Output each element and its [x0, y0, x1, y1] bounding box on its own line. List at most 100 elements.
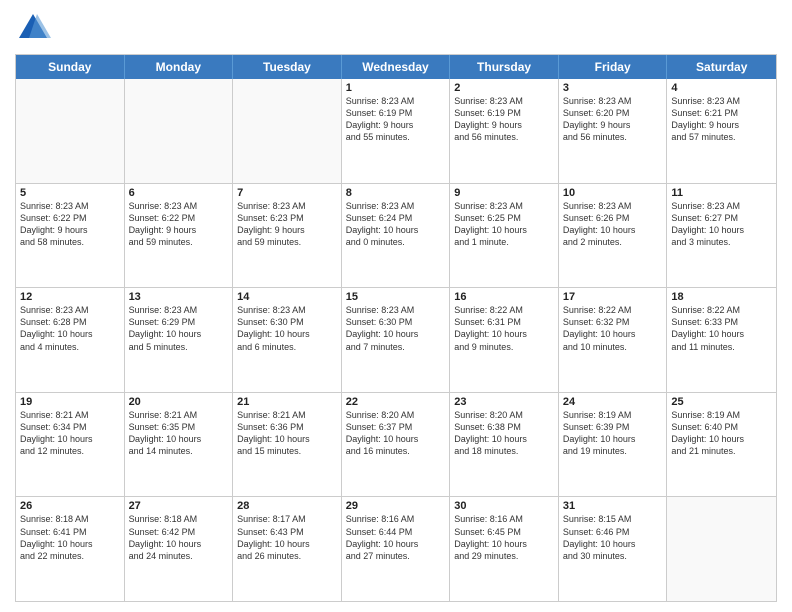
day-number: 13 [129, 291, 229, 303]
day-cell-25: 25Sunrise: 8:19 AM Sunset: 6:40 PM Dayli… [667, 393, 776, 497]
header-cell-monday: Monday [125, 55, 234, 79]
day-number: 11 [671, 187, 772, 199]
day-info: Sunrise: 8:19 AM Sunset: 6:40 PM Dayligh… [671, 409, 772, 458]
day-number: 26 [20, 500, 120, 512]
day-info: Sunrise: 8:21 AM Sunset: 6:35 PM Dayligh… [129, 409, 229, 458]
day-info: Sunrise: 8:23 AM Sunset: 6:25 PM Dayligh… [454, 200, 554, 249]
day-number: 3 [563, 82, 663, 94]
day-info: Sunrise: 8:16 AM Sunset: 6:44 PM Dayligh… [346, 513, 446, 562]
day-cell-9: 9Sunrise: 8:23 AM Sunset: 6:25 PM Daylig… [450, 184, 559, 288]
day-number: 9 [454, 187, 554, 199]
day-cell-10: 10Sunrise: 8:23 AM Sunset: 6:26 PM Dayli… [559, 184, 668, 288]
day-info: Sunrise: 8:23 AM Sunset: 6:30 PM Dayligh… [237, 304, 337, 353]
header [15, 10, 777, 46]
day-info: Sunrise: 8:23 AM Sunset: 6:22 PM Dayligh… [20, 200, 120, 249]
day-number: 12 [20, 291, 120, 303]
day-cell-11: 11Sunrise: 8:23 AM Sunset: 6:27 PM Dayli… [667, 184, 776, 288]
day-number: 25 [671, 396, 772, 408]
calendar-body: 1Sunrise: 8:23 AM Sunset: 6:19 PM Daylig… [16, 79, 776, 601]
day-cell-21: 21Sunrise: 8:21 AM Sunset: 6:36 PM Dayli… [233, 393, 342, 497]
day-info: Sunrise: 8:23 AM Sunset: 6:29 PM Dayligh… [129, 304, 229, 353]
day-info: Sunrise: 8:16 AM Sunset: 6:45 PM Dayligh… [454, 513, 554, 562]
day-cell-empty-0-1 [125, 79, 234, 183]
day-cell-29: 29Sunrise: 8:16 AM Sunset: 6:44 PM Dayli… [342, 497, 451, 601]
day-info: Sunrise: 8:18 AM Sunset: 6:42 PM Dayligh… [129, 513, 229, 562]
day-number: 8 [346, 187, 446, 199]
day-cell-27: 27Sunrise: 8:18 AM Sunset: 6:42 PM Dayli… [125, 497, 234, 601]
day-number: 22 [346, 396, 446, 408]
day-number: 17 [563, 291, 663, 303]
calendar-row-0: 1Sunrise: 8:23 AM Sunset: 6:19 PM Daylig… [16, 79, 776, 184]
day-cell-1: 1Sunrise: 8:23 AM Sunset: 6:19 PM Daylig… [342, 79, 451, 183]
day-cell-3: 3Sunrise: 8:23 AM Sunset: 6:20 PM Daylig… [559, 79, 668, 183]
day-cell-23: 23Sunrise: 8:20 AM Sunset: 6:38 PM Dayli… [450, 393, 559, 497]
header-cell-sunday: Sunday [16, 55, 125, 79]
day-info: Sunrise: 8:22 AM Sunset: 6:31 PM Dayligh… [454, 304, 554, 353]
header-cell-friday: Friday [559, 55, 668, 79]
day-cell-31: 31Sunrise: 8:15 AM Sunset: 6:46 PM Dayli… [559, 497, 668, 601]
day-number: 10 [563, 187, 663, 199]
day-cell-15: 15Sunrise: 8:23 AM Sunset: 6:30 PM Dayli… [342, 288, 451, 392]
day-cell-19: 19Sunrise: 8:21 AM Sunset: 6:34 PM Dayli… [16, 393, 125, 497]
calendar: SundayMondayTuesdayWednesdayThursdayFrid… [15, 54, 777, 602]
day-cell-2: 2Sunrise: 8:23 AM Sunset: 6:19 PM Daylig… [450, 79, 559, 183]
day-cell-6: 6Sunrise: 8:23 AM Sunset: 6:22 PM Daylig… [125, 184, 234, 288]
logo-icon [15, 10, 51, 46]
day-cell-empty-0-2 [233, 79, 342, 183]
calendar-row-4: 26Sunrise: 8:18 AM Sunset: 6:41 PM Dayli… [16, 497, 776, 601]
header-cell-saturday: Saturday [667, 55, 776, 79]
day-info: Sunrise: 8:20 AM Sunset: 6:37 PM Dayligh… [346, 409, 446, 458]
day-cell-5: 5Sunrise: 8:23 AM Sunset: 6:22 PM Daylig… [16, 184, 125, 288]
header-cell-wednesday: Wednesday [342, 55, 451, 79]
day-info: Sunrise: 8:17 AM Sunset: 6:43 PM Dayligh… [237, 513, 337, 562]
page: SundayMondayTuesdayWednesdayThursdayFrid… [0, 0, 792, 612]
calendar-row-1: 5Sunrise: 8:23 AM Sunset: 6:22 PM Daylig… [16, 184, 776, 289]
header-cell-thursday: Thursday [450, 55, 559, 79]
day-cell-28: 28Sunrise: 8:17 AM Sunset: 6:43 PM Dayli… [233, 497, 342, 601]
day-cell-16: 16Sunrise: 8:22 AM Sunset: 6:31 PM Dayli… [450, 288, 559, 392]
day-number: 20 [129, 396, 229, 408]
day-cell-30: 30Sunrise: 8:16 AM Sunset: 6:45 PM Dayli… [450, 497, 559, 601]
day-info: Sunrise: 8:23 AM Sunset: 6:24 PM Dayligh… [346, 200, 446, 249]
day-cell-12: 12Sunrise: 8:23 AM Sunset: 6:28 PM Dayli… [16, 288, 125, 392]
day-info: Sunrise: 8:23 AM Sunset: 6:22 PM Dayligh… [129, 200, 229, 249]
day-number: 27 [129, 500, 229, 512]
day-number: 31 [563, 500, 663, 512]
logo [15, 10, 51, 46]
day-number: 15 [346, 291, 446, 303]
day-cell-17: 17Sunrise: 8:22 AM Sunset: 6:32 PM Dayli… [559, 288, 668, 392]
day-info: Sunrise: 8:23 AM Sunset: 6:28 PM Dayligh… [20, 304, 120, 353]
day-info: Sunrise: 8:20 AM Sunset: 6:38 PM Dayligh… [454, 409, 554, 458]
day-cell-26: 26Sunrise: 8:18 AM Sunset: 6:41 PM Dayli… [16, 497, 125, 601]
day-number: 21 [237, 396, 337, 408]
day-cell-empty-0-0 [16, 79, 125, 183]
day-info: Sunrise: 8:23 AM Sunset: 6:21 PM Dayligh… [671, 95, 772, 144]
day-info: Sunrise: 8:23 AM Sunset: 6:19 PM Dayligh… [346, 95, 446, 144]
day-info: Sunrise: 8:22 AM Sunset: 6:33 PM Dayligh… [671, 304, 772, 353]
day-info: Sunrise: 8:21 AM Sunset: 6:36 PM Dayligh… [237, 409, 337, 458]
day-cell-7: 7Sunrise: 8:23 AM Sunset: 6:23 PM Daylig… [233, 184, 342, 288]
day-cell-8: 8Sunrise: 8:23 AM Sunset: 6:24 PM Daylig… [342, 184, 451, 288]
day-number: 1 [346, 82, 446, 94]
day-info: Sunrise: 8:23 AM Sunset: 6:20 PM Dayligh… [563, 95, 663, 144]
day-cell-empty-4-6 [667, 497, 776, 601]
day-info: Sunrise: 8:23 AM Sunset: 6:27 PM Dayligh… [671, 200, 772, 249]
day-cell-24: 24Sunrise: 8:19 AM Sunset: 6:39 PM Dayli… [559, 393, 668, 497]
calendar-row-2: 12Sunrise: 8:23 AM Sunset: 6:28 PM Dayli… [16, 288, 776, 393]
day-info: Sunrise: 8:23 AM Sunset: 6:19 PM Dayligh… [454, 95, 554, 144]
day-info: Sunrise: 8:23 AM Sunset: 6:30 PM Dayligh… [346, 304, 446, 353]
header-cell-tuesday: Tuesday [233, 55, 342, 79]
day-number: 16 [454, 291, 554, 303]
day-info: Sunrise: 8:18 AM Sunset: 6:41 PM Dayligh… [20, 513, 120, 562]
day-info: Sunrise: 8:23 AM Sunset: 6:26 PM Dayligh… [563, 200, 663, 249]
day-number: 29 [346, 500, 446, 512]
calendar-header-row: SundayMondayTuesdayWednesdayThursdayFrid… [16, 55, 776, 79]
day-info: Sunrise: 8:15 AM Sunset: 6:46 PM Dayligh… [563, 513, 663, 562]
day-info: Sunrise: 8:21 AM Sunset: 6:34 PM Dayligh… [20, 409, 120, 458]
day-cell-4: 4Sunrise: 8:23 AM Sunset: 6:21 PM Daylig… [667, 79, 776, 183]
day-cell-20: 20Sunrise: 8:21 AM Sunset: 6:35 PM Dayli… [125, 393, 234, 497]
day-number: 19 [20, 396, 120, 408]
day-number: 14 [237, 291, 337, 303]
calendar-row-3: 19Sunrise: 8:21 AM Sunset: 6:34 PM Dayli… [16, 393, 776, 498]
day-number: 18 [671, 291, 772, 303]
